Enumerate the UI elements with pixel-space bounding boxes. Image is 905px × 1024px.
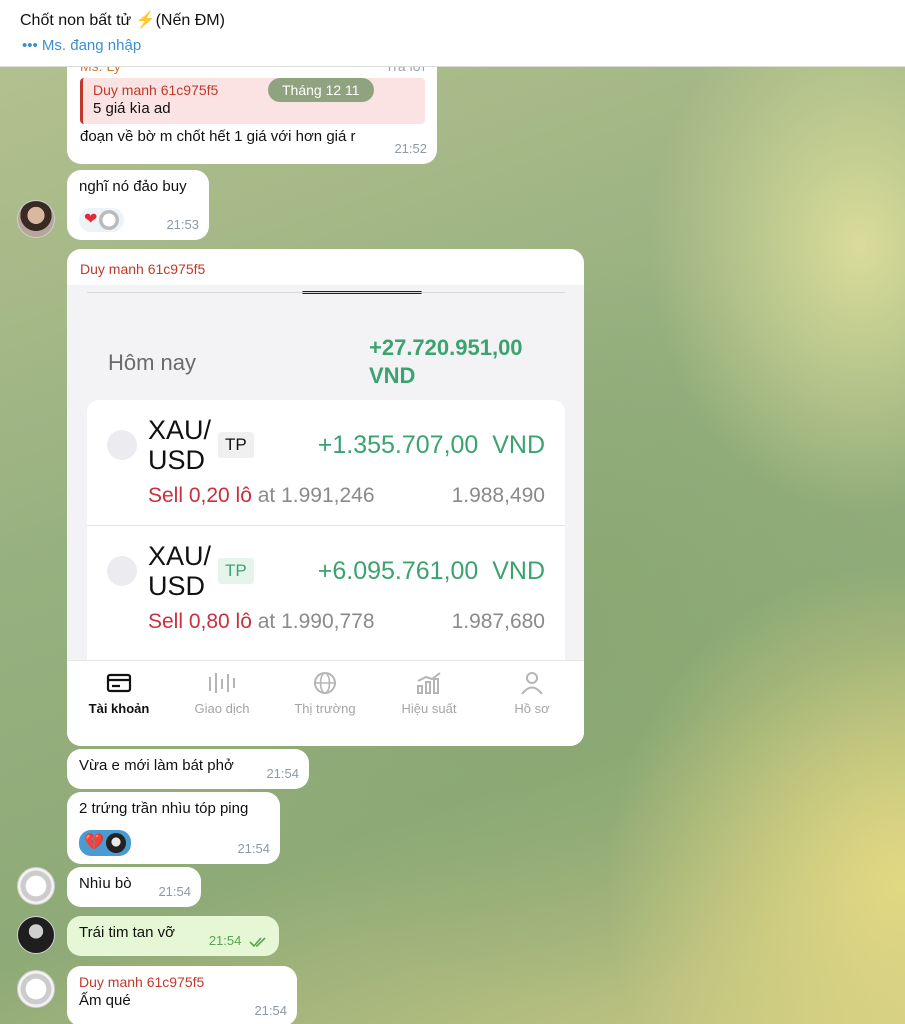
tp-badge: TP: [218, 432, 254, 458]
message-time: 21:54: [266, 766, 299, 781]
own-message-bubble[interactable]: Trái tim tan vỡ 21:54: [67, 916, 279, 956]
avatar[interactable]: [17, 200, 55, 238]
heart-icon: ❤: [84, 211, 98, 228]
entry-price: at 1.991,246: [251, 484, 375, 507]
message-time: 21:53: [166, 217, 199, 232]
message-text: đoạn về bờ m chốt hết 1 giá với hơn giá …: [80, 128, 356, 145]
message-list[interactable]: Tháng 12 11 Ms. Ly Trả lời Duy manh 61c9…: [0, 66, 905, 1024]
message-text: nghĩ nó đảo buy: [79, 178, 187, 195]
trade-sell-info: Sell 0,20 lô at 1.991,246: [148, 484, 375, 508]
current-price: 1.987,680: [451, 610, 545, 633]
message-sender[interactable]: Ms. Ly: [80, 66, 121, 74]
chat-title[interactable]: Chốt non bất tử ⚡(Nến ĐM): [20, 10, 225, 30]
entry-price: at 1.990,778: [251, 610, 375, 633]
nav-market[interactable]: Thị trường: [275, 671, 375, 716]
message-sender[interactable]: Duy manh 61c975f5: [80, 261, 205, 277]
sell-size: Sell 0,20 lô: [148, 484, 252, 507]
pair-line-2: USD: [148, 571, 206, 601]
broken-heart-icon: 💔: [84, 834, 104, 851]
trade-profit: +1.355.707,00 VND: [317, 431, 545, 459]
nav-account[interactable]: Tài khoản: [69, 671, 169, 716]
today-profit-value: +27.720.951,00: [369, 335, 523, 360]
today-label: Hôm nay: [108, 350, 197, 375]
pair-line-2: USD: [148, 445, 206, 475]
trading-app-screenshot[interactable]: Hôm nay +27.720.951,00 VND XAU/ USD TP +…: [67, 285, 584, 746]
trade-profit: +6.095.761,00 VND: [317, 557, 545, 585]
today-profit-currency: VND: [369, 363, 416, 388]
nav-profile[interactable]: Hồ sơ: [482, 671, 582, 716]
message-sender[interactable]: Duy manh 61c975f5: [79, 974, 285, 990]
avatar[interactable]: [17, 867, 55, 905]
typing-status: ••• Ms. đang nhập: [22, 37, 142, 54]
message-bubble[interactable]: Vừa e mới làm bát phở 21:54: [67, 749, 309, 789]
trade-card[interactable]: XAU/ USD TP +1.355.707,00 VND Sell 0,20 …: [87, 400, 565, 525]
nav-label: Tài khoản: [88, 701, 150, 716]
message-bubble[interactable]: Nhìu bò 21:54: [67, 867, 201, 907]
nav-trade[interactable]: Giao dịch: [172, 671, 272, 716]
user-icon: [521, 672, 543, 695]
message-bubble[interactable]: Ms. Ly Trả lời Duy manh 61c975f5 5 giá k…: [67, 66, 437, 164]
reaction-group[interactable]: ❤: [79, 208, 125, 232]
nav-label: Thị trường: [294, 701, 356, 716]
message-time: 21:54: [158, 884, 191, 899]
reactor-avatar: [99, 210, 120, 230]
trade-card[interactable]: XAU/ USD TP +6.095.761,00 VND Sell 0,80 …: [87, 526, 565, 661]
message-text: Vừa e mới làm bát phở: [79, 757, 234, 774]
time-text: 21:54: [208, 933, 242, 948]
pair-line-1: XAU/: [148, 415, 212, 445]
reactor-avatar: [105, 833, 126, 853]
divider: [87, 292, 565, 293]
message-bubble[interactable]: 2 trứng trần nhìu tóp ping 💔 21:54: [67, 792, 280, 864]
message-time: 21:54: [254, 1003, 287, 1018]
nav-label: Giao dịch: [194, 701, 250, 716]
candlestick-icon: [209, 673, 235, 693]
chat-header: Chốt non bất tử ⚡(Nến ĐM) ••• Ms. đang n…: [0, 0, 905, 67]
select-radio[interactable]: [107, 430, 137, 460]
message-time: 21:54: [237, 841, 270, 856]
message-time: 21:54: [209, 933, 269, 948]
reply-action[interactable]: Trả lời: [385, 66, 425, 74]
avatar[interactable]: [17, 970, 55, 1008]
globe-icon: [314, 672, 336, 694]
date-separator: Tháng 12 11: [268, 78, 374, 102]
tp-badge: TP: [218, 558, 254, 584]
nav-label: Hồ sơ: [514, 701, 550, 716]
trade-pair: XAU/ USD: [148, 415, 211, 475]
select-radio[interactable]: [107, 556, 137, 586]
message-bubble[interactable]: Duy manh 61c975f5 Ấm qué 21:54: [67, 966, 297, 1024]
pair-line-1: XAU/: [148, 541, 212, 571]
message-time: 21:52: [394, 141, 427, 156]
sell-size: Sell 0,80 lô: [148, 610, 252, 633]
card-icon: [106, 673, 132, 693]
message-text: 2 trứng trần nhìu tóp ping: [79, 800, 249, 817]
avatar[interactable]: [17, 916, 55, 954]
bottom-navigation: Tài khoản Giao dịch Thị trường Hiệu suất…: [67, 660, 584, 746]
current-price: 1.988,490: [451, 484, 545, 507]
performance-chart-icon: [417, 672, 441, 694]
nav-label: Hiệu suất: [401, 701, 457, 716]
trade-pair: XAU/ USD: [148, 541, 211, 601]
message-bubble[interactable]: nghĩ nó đảo buy ❤ 21:53: [67, 170, 209, 240]
trade-sell-info: Sell 0,80 lô at 1.990,778: [148, 610, 375, 634]
nav-performance[interactable]: Hiệu suất: [379, 671, 479, 716]
reaction-group[interactable]: 💔: [79, 830, 131, 856]
quoted-text: 5 giá kìa ad: [93, 100, 171, 117]
double-check-icon: [249, 936, 266, 947]
